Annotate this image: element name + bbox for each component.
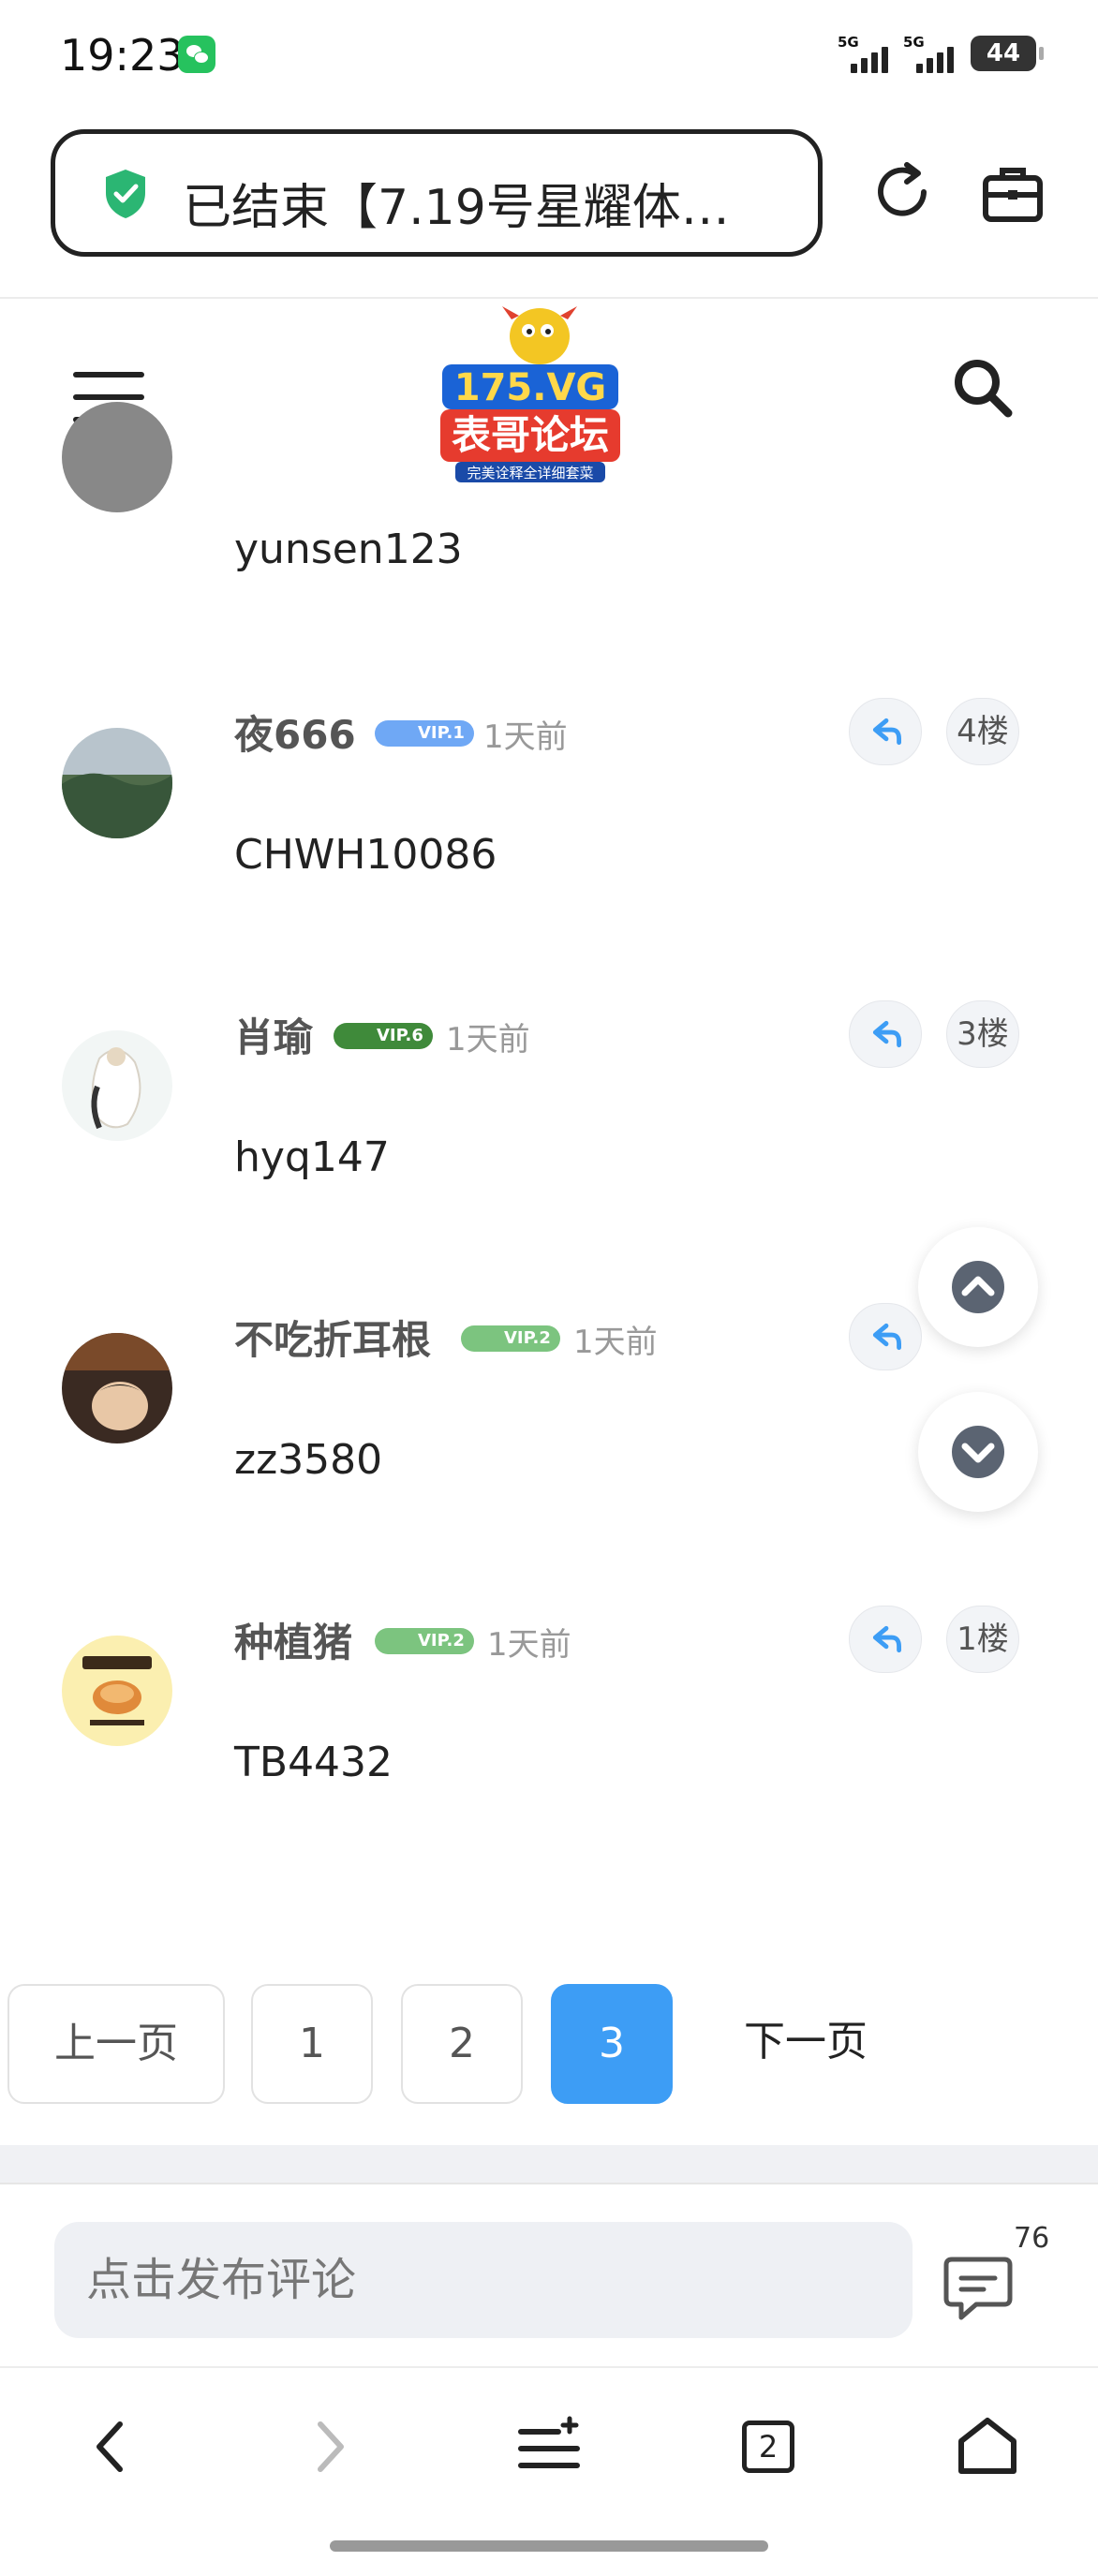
search-icon[interactable] <box>950 355 1016 421</box>
avatar[interactable] <box>62 1030 172 1141</box>
prev-page-button[interactable]: 上一页 <box>7 1984 225 2104</box>
toolbox-icon[interactable] <box>980 161 1046 227</box>
comment-text: TB4432 <box>234 1739 393 1786</box>
status-bar: 19:23 5G 5G 44 <box>0 0 1098 112</box>
reply-icon[interactable] <box>849 1606 922 1673</box>
page-3-button[interactable]: 3 <box>551 1984 673 2104</box>
vip-badge: VIP.2 <box>375 1628 474 1654</box>
menu-list-icon[interactable] <box>512 2409 586 2484</box>
comment-time: 1天前 <box>487 1626 571 1664</box>
comment-item: 种植猪 VIP.2 1天前 1楼 TB4432 <box>0 1561 1098 1982</box>
comment-username[interactable]: 不吃折耳根 <box>234 1309 431 1366</box>
comment-time: 1天前 <box>573 1324 658 1361</box>
comment-item: 肖瑜 VIP.6 1天前 3楼 hyq147 <box>0 955 1098 1261</box>
vip-badge: VIP.2 <box>461 1325 560 1352</box>
site-logo[interactable]: 175.VG 表哥论坛 完美诠释全详细套菜 <box>437 299 624 486</box>
forward-icon[interactable] <box>292 2409 367 2484</box>
signal-icon-2: 5G <box>903 34 969 75</box>
vip-badge: VIP.1 <box>375 720 474 747</box>
reload-icon[interactable] <box>869 159 935 225</box>
battery-icon: 44 <box>971 36 1044 71</box>
avatar[interactable] <box>62 1636 172 1746</box>
signal-icon: 5G <box>838 34 903 75</box>
comment-text: hyq147 <box>234 1133 390 1181</box>
logo-domain-text: 175.VG <box>454 366 606 409</box>
section-separator <box>0 2145 1098 2183</box>
comment-time: 1天前 <box>483 718 568 756</box>
security-shield-icon <box>106 170 145 218</box>
wechat-notification-icon <box>178 36 215 73</box>
reply-icon[interactable] <box>849 698 922 765</box>
page-1-button[interactable]: 1 <box>251 1984 373 2104</box>
comment-count-badge: 76 <box>1014 2222 1050 2255</box>
comment-text: CHWH10086 <box>234 831 497 879</box>
vip-badge: VIP.6 <box>334 1023 433 1049</box>
address-bar[interactable]: 已结束【7.19号星耀体… <box>51 129 823 257</box>
floor-number: 3楼 <box>946 1000 1019 1068</box>
home-indicator[interactable] <box>330 2540 768 2552</box>
logo-name-text: 表哥论坛 <box>452 412 609 458</box>
comment-time: 1天前 <box>446 1021 530 1059</box>
reply-icon[interactable] <box>849 1303 922 1370</box>
page-title: 已结束【7.19号星耀体… <box>183 180 730 236</box>
comment-item: 夜666 VIP.1 1天前 4楼 CHWH10086 <box>0 653 1098 958</box>
comment-text: yunsen123 <box>234 526 463 573</box>
tabs-count: 2 <box>742 2421 794 2473</box>
comment-icon[interactable] <box>941 2250 1016 2325</box>
comment-username[interactable]: 肖瑜 <box>234 1006 313 1063</box>
scroll-down-button[interactable] <box>918 1392 1038 1512</box>
tabs-icon[interactable]: 2 <box>731 2409 806 2484</box>
next-page-button[interactable]: 下一页 <box>721 1984 890 2104</box>
home-icon[interactable] <box>950 2409 1025 2484</box>
comment-username[interactable]: 种植猪 <box>234 1611 352 1668</box>
avatar[interactable] <box>62 402 172 512</box>
logo-slogan-text: 完美诠释全详细套菜 <box>467 465 593 481</box>
comment-username[interactable]: 夜666 <box>234 703 356 761</box>
comment-bar: 点击发布评论 76 <box>0 2183 1098 2366</box>
avatar[interactable] <box>62 1333 172 1443</box>
status-time: 19:23 <box>60 30 185 81</box>
floor-number: 4楼 <box>946 698 1019 765</box>
floor-number: 1楼 <box>946 1606 1019 1673</box>
browser-bottom-nav: 2 <box>0 2366 1098 2576</box>
reply-icon[interactable] <box>849 1000 922 1068</box>
comment-item: yunsen123 <box>0 402 1098 656</box>
avatar[interactable] <box>62 728 172 838</box>
comment-input[interactable]: 点击发布评论 <box>54 2222 913 2338</box>
back-icon[interactable] <box>73 2409 148 2484</box>
network-type-label-2: 5G <box>903 34 925 51</box>
scroll-up-button[interactable] <box>918 1227 1038 1347</box>
page-2-button[interactable]: 2 <box>401 1984 523 2104</box>
network-type-label: 5G <box>838 34 859 51</box>
comment-text: zz3580 <box>234 1436 383 1484</box>
